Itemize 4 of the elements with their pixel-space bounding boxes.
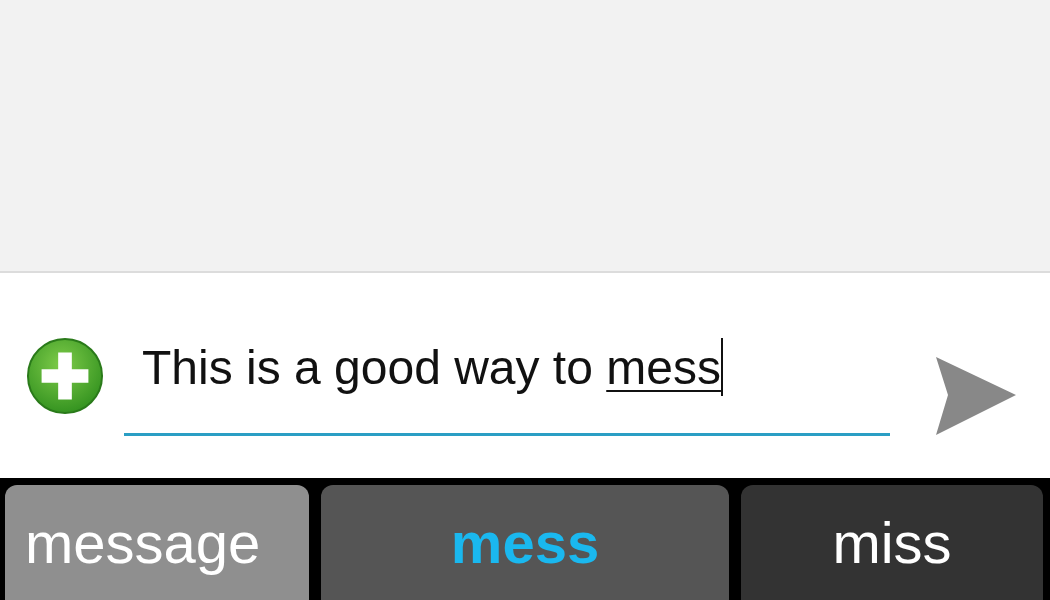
suggestion-chip[interactable]: miss bbox=[741, 485, 1043, 600]
send-icon[interactable] bbox=[934, 354, 1018, 437]
add-icon[interactable] bbox=[26, 336, 104, 415]
message-field[interactable]: This is a good way to mess bbox=[124, 325, 890, 436]
